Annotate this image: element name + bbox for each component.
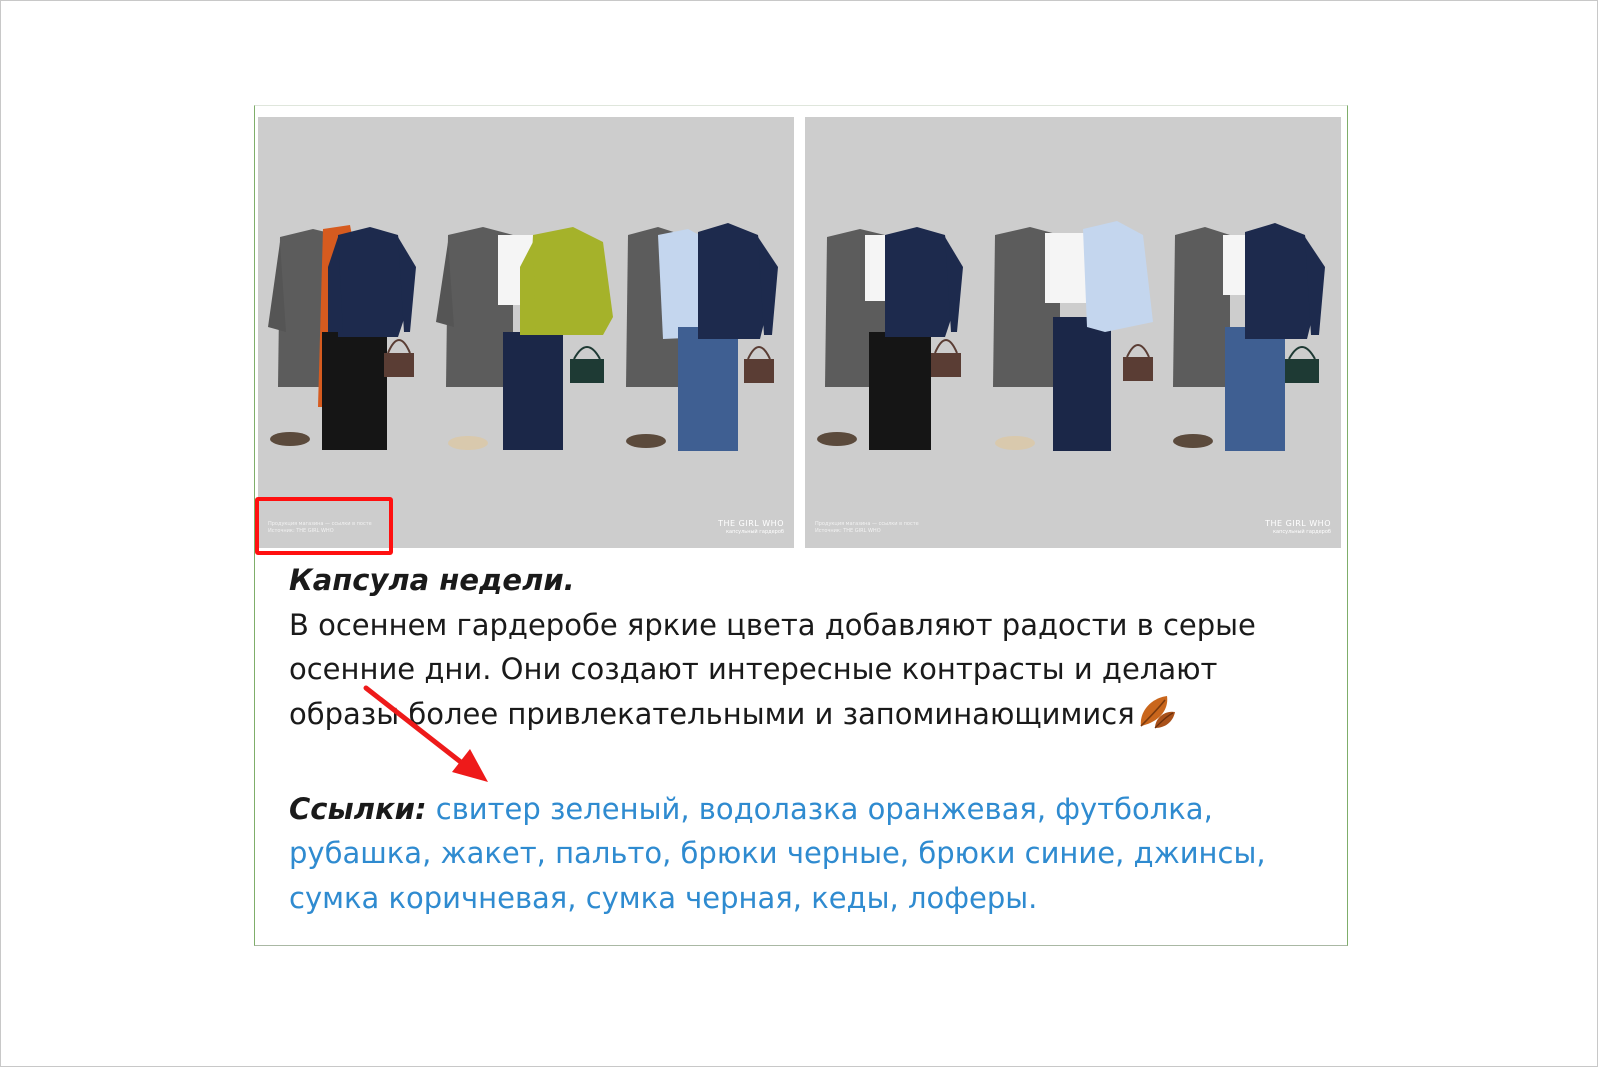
links-paragraph: Ссылки: свитер зеленый, водолазка оранже… bbox=[289, 787, 1319, 921]
outfit-photo-2[interactable]: Продукция магазина — ссылки в посте Исто… bbox=[805, 117, 1341, 548]
post-heading: Капсула недели. bbox=[289, 563, 575, 597]
highlight-box bbox=[255, 497, 393, 555]
link-separator: . bbox=[1028, 880, 1038, 915]
post-body-line-3: образы более привлекательными и запомина… bbox=[289, 692, 1319, 743]
post-link[interactable]: пальто bbox=[555, 836, 662, 870]
fallen-leaf-icon bbox=[1137, 692, 1177, 743]
outfit-3 bbox=[626, 223, 778, 451]
photo-watermark: THE GIRL WHO капсульный гардероб bbox=[718, 519, 784, 535]
outfit-photo-1[interactable]: Продукция магазина — ссылки в посте Исто… bbox=[258, 117, 794, 548]
post-link[interactable]: лоферы bbox=[908, 881, 1028, 915]
post-link[interactable]: свитер зеленый bbox=[436, 792, 681, 826]
link-separator: , bbox=[680, 791, 699, 826]
outfit-4 bbox=[817, 227, 963, 450]
post-link[interactable]: кеды bbox=[811, 881, 889, 915]
post-text: Капсула недели. В осеннем гардеробе ярки… bbox=[289, 558, 1319, 920]
post-body-line-2: осенние дни. Они создают интересные конт… bbox=[289, 652, 1218, 686]
outfit-2 bbox=[436, 227, 613, 450]
link-separator: , bbox=[422, 836, 441, 870]
post-link[interactable]: джинсы bbox=[1134, 836, 1257, 870]
outfit-1 bbox=[268, 225, 416, 450]
post-link[interactable]: жакет bbox=[441, 836, 537, 870]
post-link[interactable]: футболка bbox=[1055, 792, 1203, 826]
link-separator: , bbox=[1203, 791, 1213, 826]
link-separator: , bbox=[889, 880, 908, 915]
link-separator: , bbox=[1256, 836, 1266, 870]
post-link[interactable]: сумка коричневая bbox=[289, 881, 567, 915]
outfit-illustration bbox=[817, 221, 1325, 451]
link-separator: , bbox=[1036, 791, 1056, 826]
post-link[interactable]: рубашка bbox=[289, 836, 422, 870]
post-body-line-1: В осеннем гардеробе яркие цвета добавляю… bbox=[289, 607, 1256, 642]
post-link[interactable]: брюки черные bbox=[681, 836, 900, 870]
link-separator: , bbox=[1115, 836, 1134, 870]
photo-watermark: THE GIRL WHO капсульный гардероб bbox=[1265, 519, 1331, 535]
post-link[interactable]: водолазка оранжевая bbox=[699, 792, 1037, 826]
link-separator: , bbox=[536, 836, 556, 870]
post-link[interactable]: сумка черная bbox=[586, 881, 793, 915]
link-separator: , bbox=[792, 880, 812, 915]
link-separator: , bbox=[567, 880, 586, 915]
outfit-5 bbox=[993, 221, 1153, 451]
outfit-6 bbox=[1173, 223, 1325, 451]
link-separator: , bbox=[899, 836, 919, 870]
links-label: Ссылки: bbox=[289, 791, 427, 826]
link-separator: , bbox=[662, 836, 681, 870]
post-link[interactable]: брюки синие bbox=[918, 836, 1115, 870]
outfit-illustration bbox=[268, 223, 778, 451]
photo-fine-print: Продукция магазина — ссылки в посте Исто… bbox=[815, 521, 919, 534]
